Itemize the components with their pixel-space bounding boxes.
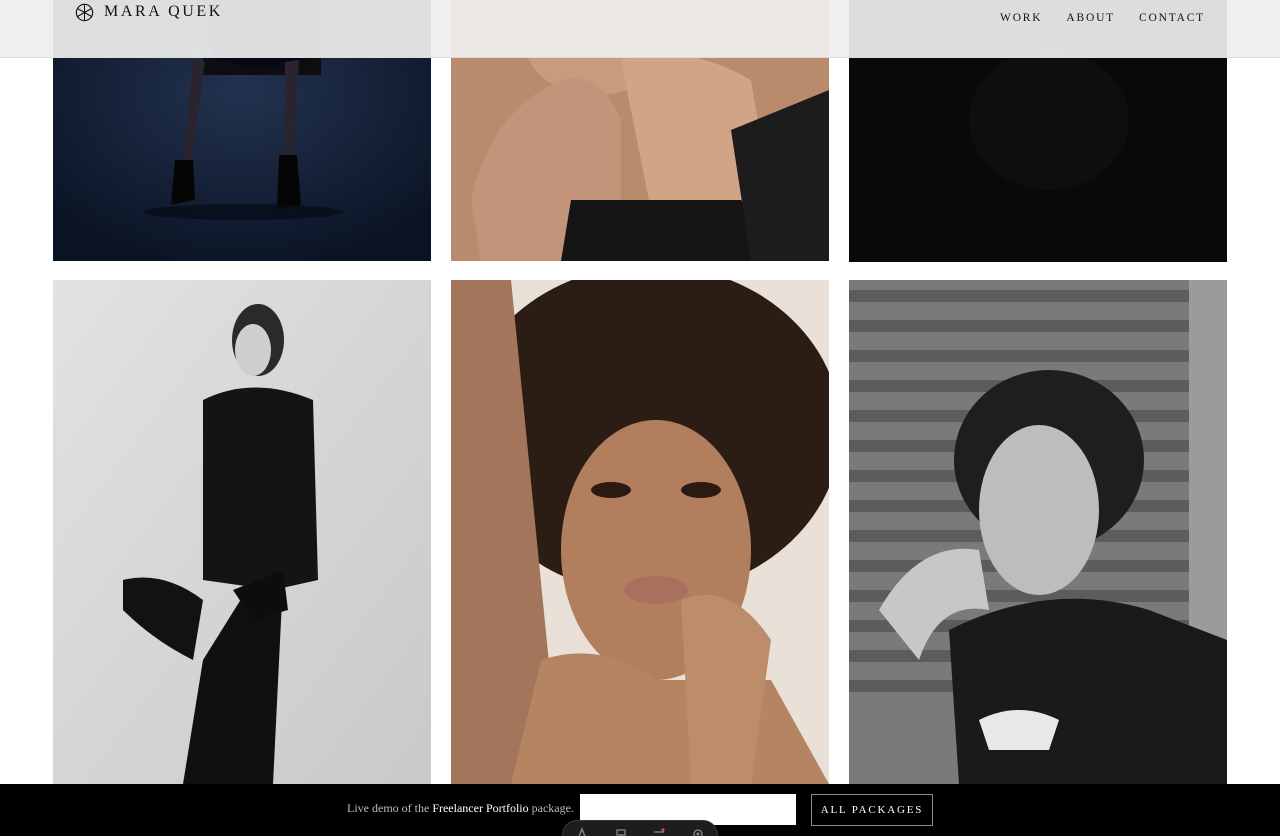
- demo-text-suffix: package.: [528, 801, 574, 815]
- nav-contact-link[interactable]: CONTACT: [1139, 10, 1205, 26]
- gallery-tile-suit[interactable]: [53, 280, 431, 784]
- demo-text-prefix: Live demo of the: [347, 801, 433, 815]
- paint-icon[interactable]: [614, 827, 628, 836]
- text-icon[interactable]: [575, 827, 589, 836]
- gallery-tile-freckles[interactable]: [451, 280, 829, 784]
- asterisk-circle-icon: [75, 3, 94, 22]
- gallery-tile-window[interactable]: [849, 280, 1227, 784]
- nav-work-link[interactable]: WORK: [1000, 10, 1042, 26]
- brand-logo[interactable]: MARA QUEK: [75, 2, 223, 22]
- site-header: MARA QUEK WORK ABOUT CONTACT: [0, 0, 1280, 58]
- photo-window-image: [849, 280, 1227, 784]
- photo-suit-image: [53, 280, 431, 784]
- all-packages-button[interactable]: ALL PACKAGES: [811, 794, 933, 826]
- demo-bar-text: Live demo of the Freelancer Portfolio pa…: [347, 801, 574, 816]
- demo-package-name: Freelancer Portfolio: [432, 801, 529, 815]
- main-nav: WORK ABOUT CONTACT: [1000, 10, 1205, 26]
- editor-tool-pill: [562, 820, 718, 836]
- photo-freckles-image: [451, 280, 829, 784]
- nav-about-link[interactable]: ABOUT: [1066, 10, 1115, 26]
- settings-icon[interactable]: [691, 827, 705, 836]
- layers-icon[interactable]: [652, 827, 666, 836]
- portfolio-page: MARA QUEK WORK ABOUT CONTACT Live demo o…: [0, 0, 1280, 836]
- brand-name: MARA QUEK: [104, 3, 223, 20]
